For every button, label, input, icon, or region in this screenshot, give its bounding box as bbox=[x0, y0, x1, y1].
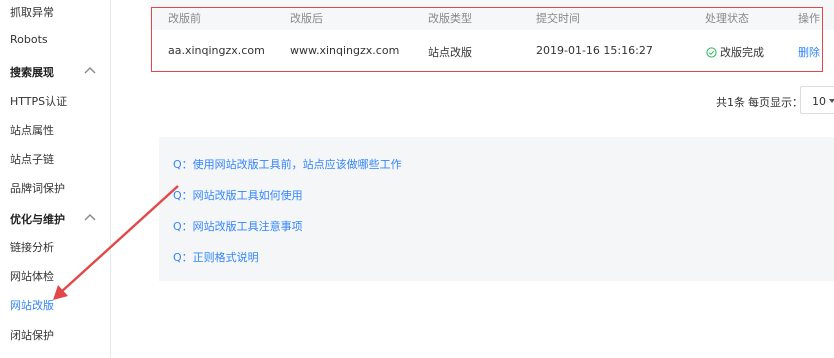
faq-panel: Q：使用网站改版工具前，站点应该做哪些工作 Q：网站改版工具如何使用 Q：网站改… bbox=[159, 137, 834, 281]
page-size-value: 10 bbox=[812, 95, 826, 108]
faq-link-how-to-use[interactable]: Q：网站改版工具如何使用 bbox=[173, 187, 303, 203]
sidebar-item-site-revision[interactable]: 网站改版 bbox=[10, 297, 54, 313]
sidebar-item-site-attributes[interactable]: 站点属性 bbox=[10, 122, 54, 138]
sidebar-item-crawl-errors[interactable]: 抓取异常 bbox=[10, 4, 54, 20]
chevron-up-icon[interactable] bbox=[82, 65, 98, 77]
caret-down-icon bbox=[829, 99, 834, 103]
sidebar-item-link-analysis[interactable]: 链接分析 bbox=[10, 239, 54, 255]
annotation-highlight-box bbox=[151, 7, 823, 72]
faq-link-regex-format[interactable]: Q：正则格式说明 bbox=[173, 249, 259, 265]
faq-link-notes[interactable]: Q：网站改版工具注意事项 bbox=[173, 218, 303, 234]
sidebar-group-optimization[interactable]: 优化与维护 bbox=[10, 211, 65, 227]
sidebar-nav: 抓取异常 Robots 搜索展现 HTTPS认证 站点属性 站点子链 品牌词保护… bbox=[0, 0, 111, 358]
sidebar-group-search-display[interactable]: 搜索展现 bbox=[10, 64, 54, 80]
pagination-total: 共1条 bbox=[716, 96, 745, 109]
page-size-label: 每页显示： bbox=[748, 96, 803, 109]
chevron-up-icon[interactable] bbox=[82, 212, 98, 224]
sidebar-item-site-check[interactable]: 网站体检 bbox=[10, 268, 54, 284]
sidebar-item-site-closure[interactable]: 闭站保护 bbox=[10, 327, 54, 343]
faq-link-preparation[interactable]: Q：使用网站改版工具前，站点应该做哪些工作 bbox=[173, 156, 402, 172]
sidebar-item-sitelinks[interactable]: 站点子链 bbox=[10, 151, 54, 167]
sidebar-item-https[interactable]: HTTPS认证 bbox=[10, 93, 67, 109]
page-size-select[interactable]: 10 bbox=[800, 86, 834, 114]
sidebar-item-robots[interactable]: Robots bbox=[10, 33, 48, 46]
sidebar-item-brand-protection[interactable]: 品牌词保护 bbox=[10, 180, 65, 196]
